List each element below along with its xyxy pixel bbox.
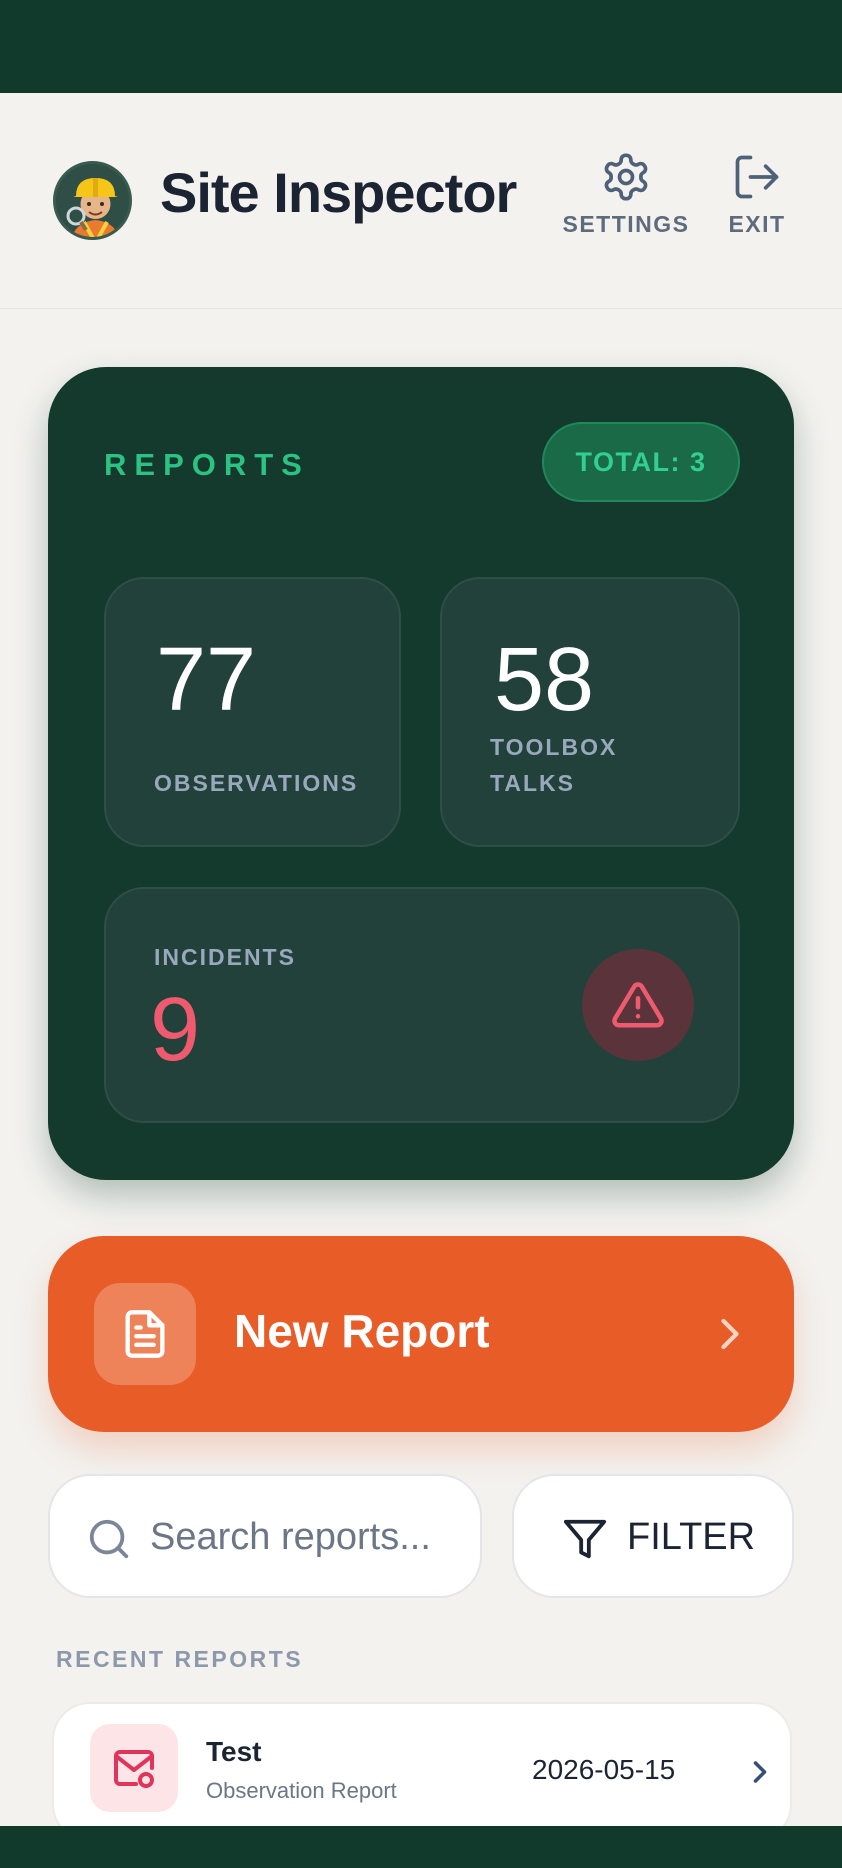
report-type-icon-tile: [90, 1724, 178, 1812]
warning-triangle-icon: [612, 982, 664, 1028]
recent-reports-heading: RECENT REPORTS: [56, 1646, 304, 1672]
report-row[interactable]: Test Observation Report 2026-05-15: [52, 1702, 792, 1842]
status-bar: [0, 0, 842, 93]
settings-label: SETTINGS: [562, 211, 690, 237]
search-icon: [89, 1519, 129, 1559]
exit-label: EXIT: [728, 211, 786, 237]
incident-warning-badge: [582, 949, 694, 1061]
report-title: Test: [206, 1736, 262, 1767]
inspector-avatar-icon: [56, 164, 129, 237]
report-type: Observation Report: [206, 1778, 397, 1803]
bottom-bar: [0, 1826, 842, 1868]
search-box[interactable]: [48, 1474, 482, 1598]
page-title: Site Inspector: [160, 161, 517, 224]
observations-label: OBSERVATIONS: [154, 770, 359, 796]
incidents-stat[interactable]: INCIDENTS 9: [104, 887, 740, 1123]
toolbox-talks-count: 58: [494, 630, 595, 730]
incidents-label: INCIDENTS: [154, 944, 296, 970]
reports-summary-card: REPORTS TOTAL: 3 77 OBSERVATIONS 58 TOOL…: [48, 367, 794, 1180]
report-date: 2026-05-15: [532, 1754, 676, 1785]
mail-alert-icon: [114, 1750, 154, 1788]
app-header: Site Inspector SETTINGS EXIT: [0, 93, 842, 309]
exit-button[interactable]: EXIT: [722, 151, 792, 238]
new-report-label: New Report: [234, 1305, 490, 1357]
new-report-icon-tile: [94, 1283, 196, 1385]
filter-label: FILTER: [627, 1516, 756, 1558]
toolbox-talks-label: TOOLBOX TALKS: [490, 734, 618, 796]
chevron-right-icon: [721, 1318, 739, 1350]
incidents-count: 9: [150, 980, 201, 1080]
avatar[interactable]: [53, 161, 132, 240]
logout-icon: [735, 155, 779, 199]
funnel-icon: [563, 1519, 607, 1559]
total-badge: TOTAL: 3: [542, 422, 740, 502]
new-report-button[interactable]: New Report: [48, 1236, 794, 1432]
observations-stat[interactable]: 77 OBSERVATIONS: [104, 577, 401, 847]
search-input[interactable]: [150, 1506, 470, 1568]
reports-label: REPORTS: [104, 447, 310, 482]
toolbox-talks-stat[interactable]: 58 TOOLBOX TALKS: [440, 577, 740, 847]
settings-button[interactable]: SETTINGS: [560, 151, 692, 238]
chevron-right-icon: [753, 1761, 767, 1783]
gear-icon: [604, 153, 648, 201]
filter-button[interactable]: FILTER: [512, 1474, 794, 1598]
observations-count: 77: [156, 630, 257, 730]
document-icon: [125, 1310, 165, 1358]
